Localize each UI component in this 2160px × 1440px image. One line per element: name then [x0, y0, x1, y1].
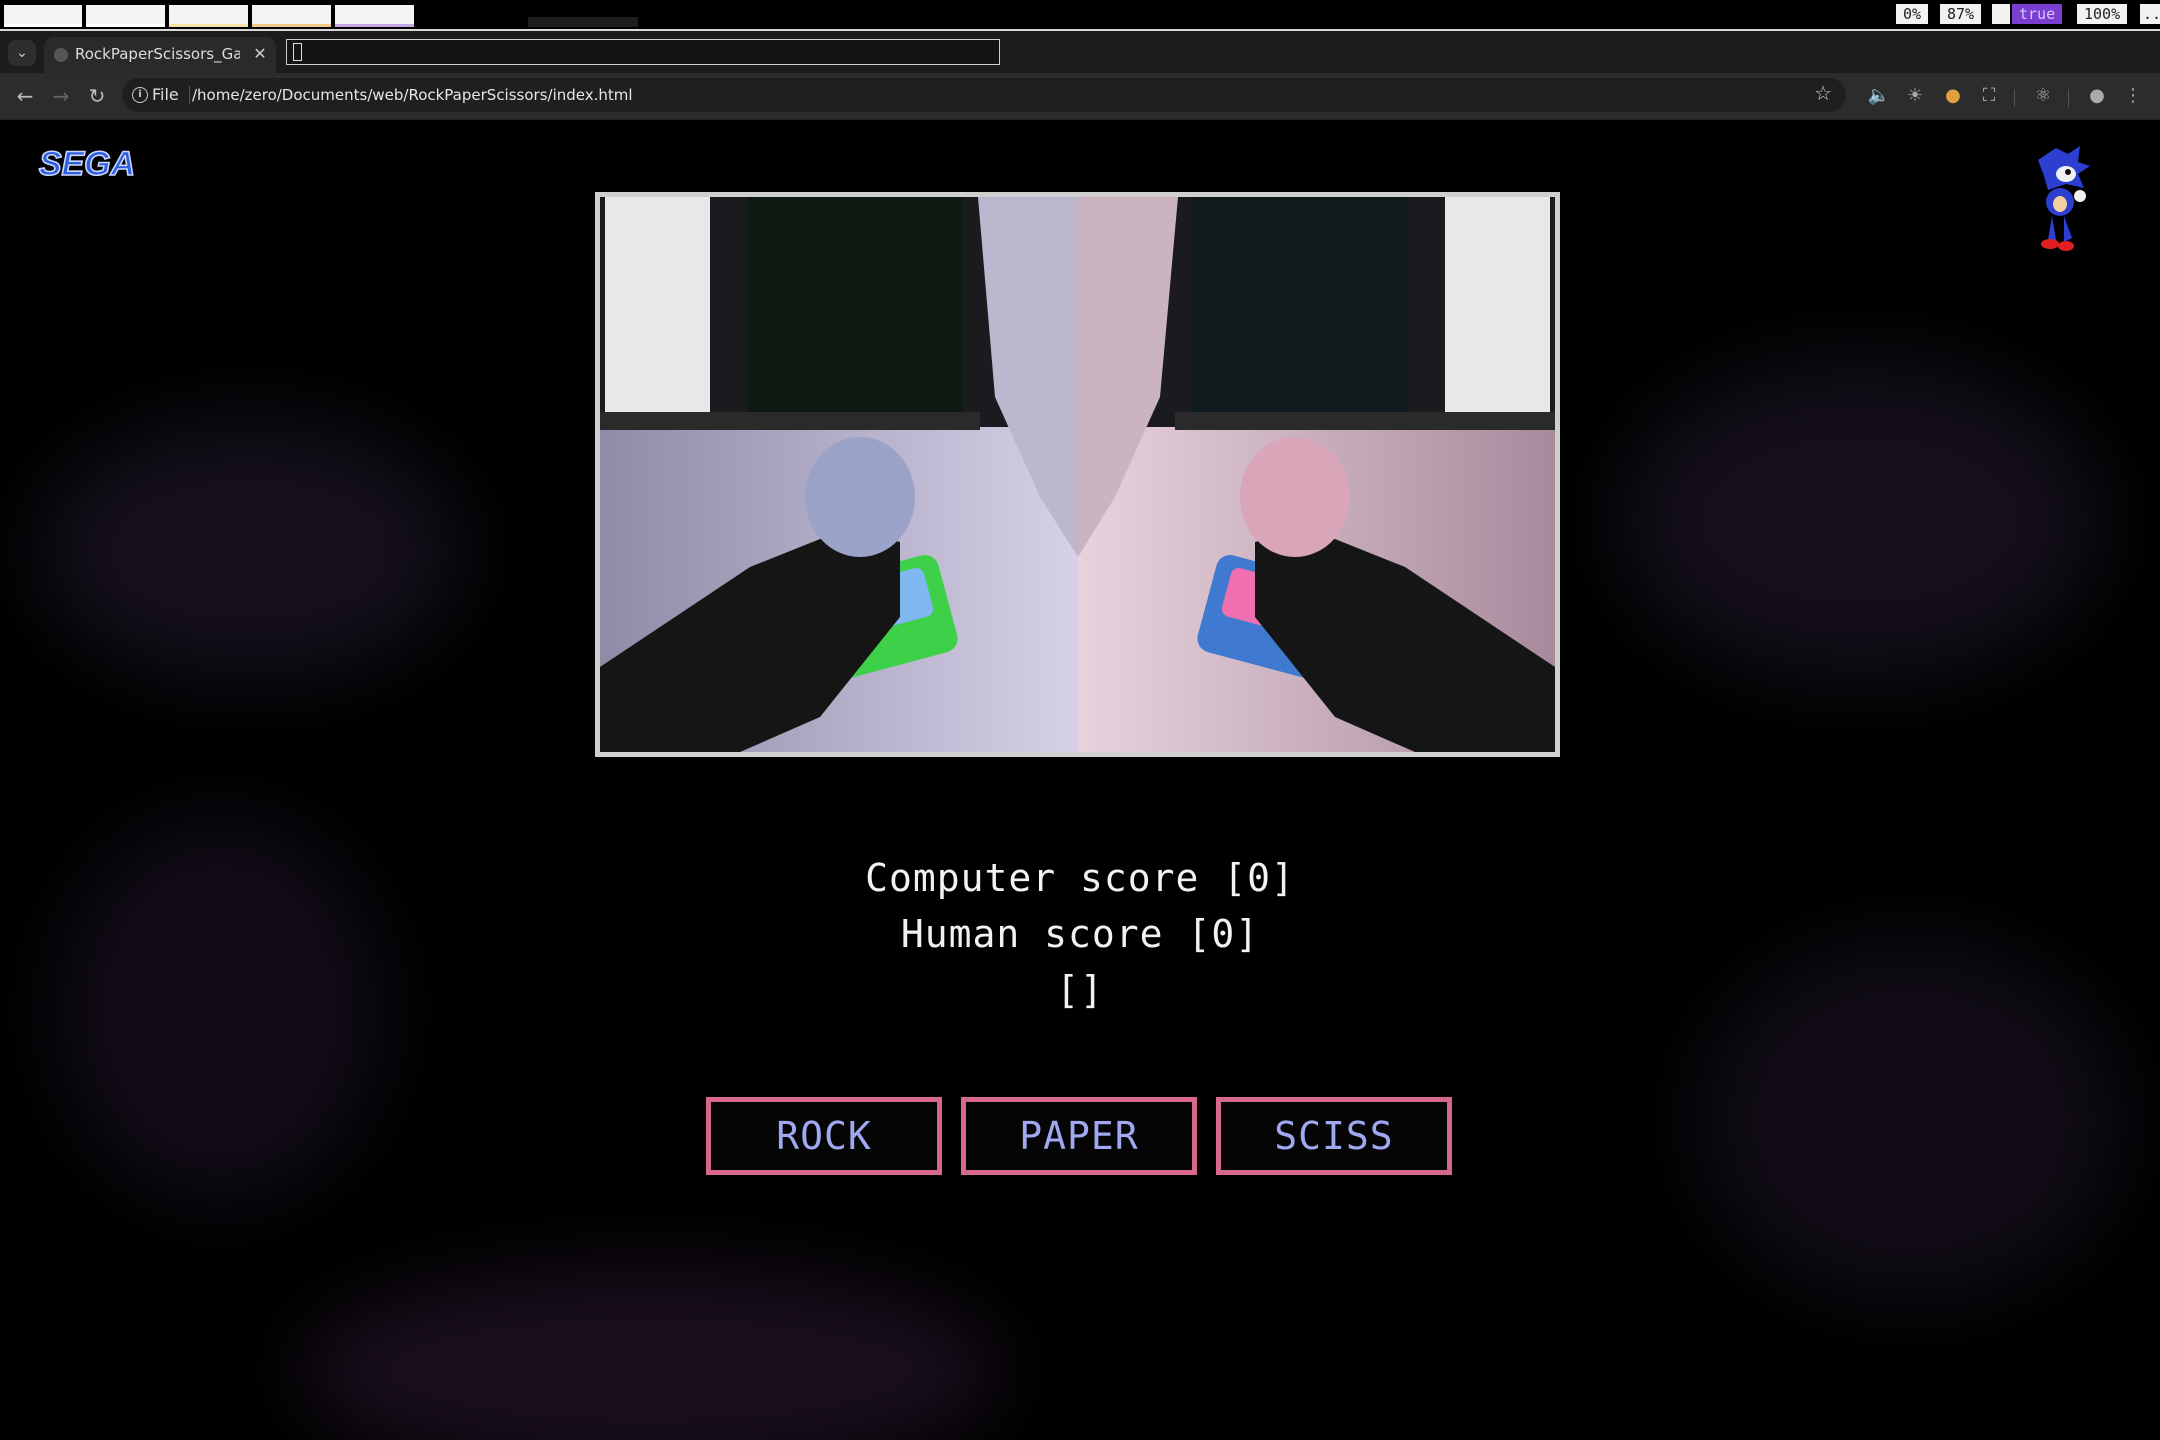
battery-stat: 100% — [2077, 4, 2128, 24]
reload-icon[interactable]: ↻ — [82, 82, 112, 110]
extensions-puzzle-icon[interactable]: ⛶ — [1976, 82, 2002, 110]
toolbar-divider — [2014, 89, 2015, 107]
sega-logo-text: SEGA — [39, 145, 135, 181]
page-viewport: SEGA Computer score [0] Human score [0] … — [0, 120, 2160, 1440]
status-flag: true — [2012, 4, 2063, 24]
browser-toolbar: ← → ↻ i File /home/zero/Documents/web/Ro… — [0, 73, 2160, 120]
kebab-menu-icon[interactable]: ⋮ — [2120, 82, 2146, 110]
rock-button[interactable]: ROCK — [706, 1097, 942, 1175]
omnibox-divider — [189, 86, 190, 104]
labs-flask-icon[interactable]: ⚛ — [2030, 82, 2056, 110]
back-arrow-icon[interactable]: ← — [10, 82, 40, 110]
background-art — [300, 1270, 1000, 1440]
profile-avatar-icon[interactable]: ● — [2084, 82, 2110, 110]
bookmark-star-icon[interactable]: ☆ — [1814, 81, 1832, 105]
spacer-stat — [1992, 4, 2010, 24]
workspace-5[interactable] — [335, 5, 414, 27]
workspace-1[interactable] — [4, 5, 82, 27]
speaker-icon[interactable]: 🔈 — [1866, 82, 1892, 110]
globe-icon — [54, 48, 68, 62]
round-result: [] — [1056, 968, 1104, 1012]
tab-search-dropdown-icon[interactable]: ⌄ — [8, 40, 36, 66]
url-text[interactable]: /home/zero/Documents/web/RockPaperScisso… — [192, 86, 633, 104]
workspace-indicator — [528, 17, 638, 27]
human-score: Human score [0] — [900, 912, 1260, 956]
workspace-4[interactable] — [252, 5, 331, 27]
memory-stat: 87% — [1940, 4, 1982, 24]
close-icon[interactable]: ✕ — [250, 43, 270, 65]
brightness-icon[interactable]: ☀ — [1902, 82, 1928, 110]
forward-arrow-icon[interactable]: → — [46, 82, 76, 110]
system-status-bar: 0% 87% true 100% .. — [0, 0, 2160, 31]
webcam-feed-image — [600, 197, 1555, 752]
score-panel: Computer score [0] Human score [0] [] — [0, 850, 2160, 1018]
scissors-button[interactable]: SCISS — [1216, 1097, 1452, 1175]
tab-title: RockPaperScissors_Game — [75, 45, 240, 63]
address-bar[interactable]: i File /home/zero/Documents/web/RockPape… — [122, 78, 1846, 112]
background-art — [40, 420, 460, 680]
text-caret — [293, 43, 302, 61]
paper-button[interactable]: PAPER — [961, 1097, 1197, 1175]
file-scheme-chip[interactable]: File — [152, 85, 179, 104]
info-icon[interactable]: i — [132, 87, 148, 103]
tab-strip: ⌄ RockPaperScissors_Game ✕ — [0, 31, 2160, 73]
sega-logo: SEGA — [38, 145, 136, 181]
computer-score: Computer score [0] — [865, 856, 1295, 900]
tab-input-box[interactable] — [286, 39, 1000, 65]
overflow-stat: .. — [2140, 4, 2160, 24]
extension-cookie-icon[interactable]: ● — [1940, 82, 1966, 110]
webcam-feed — [600, 197, 1555, 752]
background-art — [1620, 360, 2100, 680]
sonic-sprite-icon — [2038, 146, 2090, 251]
workspace-2[interactable] — [86, 5, 165, 27]
cpu-stat: 0% — [1896, 4, 1929, 24]
toolbar-divider — [2068, 89, 2069, 107]
webcam-feed-frame — [595, 192, 1560, 757]
tab-active[interactable]: RockPaperScissors_Game ✕ — [44, 37, 276, 73]
workspace-3[interactable] — [169, 5, 248, 27]
